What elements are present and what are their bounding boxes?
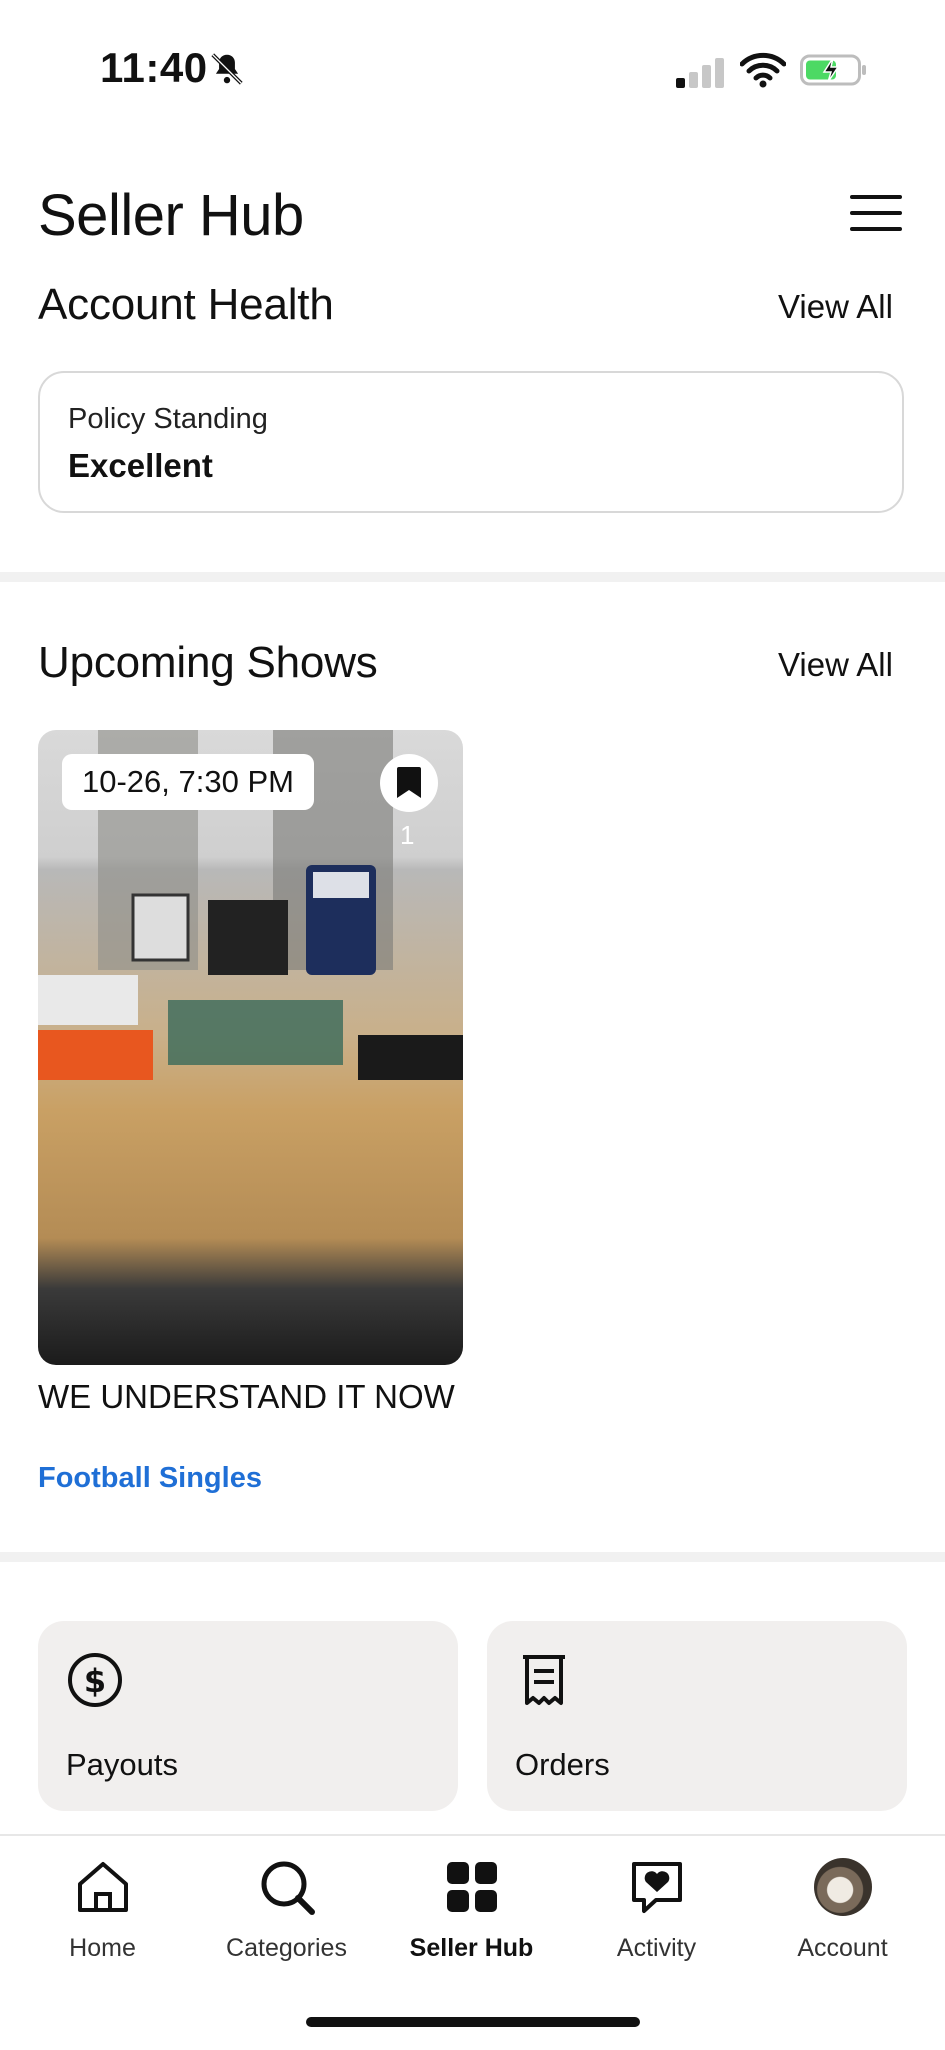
tab-activity[interactable]: Activity (562, 1856, 751, 1963)
tab-home-label: Home (69, 1934, 136, 1962)
tab-activity-label: Activity (616, 1934, 697, 1962)
upcoming-shows-title: Upcoming Shows (38, 638, 378, 687)
svg-text:$: $ (84, 1662, 106, 1700)
tab-account[interactable]: Account (748, 1856, 937, 1963)
account-health-view-all-link[interactable]: View All (778, 288, 893, 326)
tab-seller-hub-label: Seller Hub (409, 1934, 534, 1962)
policy-standing-label: Policy Standing (68, 403, 268, 435)
bell-muted-icon (211, 53, 243, 85)
show-title[interactable]: WE UNDERSTAND IT NOW (38, 1376, 458, 1418)
hamburger-menu-icon[interactable] (850, 195, 902, 235)
bookmark-count: 1 (400, 820, 415, 850)
status-time: 11:40 (100, 44, 208, 91)
search-icon (261, 1861, 315, 1915)
orders-tile[interactable]: Orders (487, 1621, 907, 1811)
receipt-icon (523, 1655, 565, 1705)
policy-standing-card[interactable]: Policy Standing Excellent (38, 371, 904, 513)
bookmark-button[interactable] (380, 754, 438, 812)
tab-categories[interactable]: Categories (192, 1856, 381, 1963)
payouts-tile[interactable]: $ Payouts (38, 1621, 458, 1811)
payouts-label: Payouts (66, 1747, 179, 1782)
policy-standing-value: Excellent (68, 447, 213, 484)
home-icon (77, 1862, 128, 1912)
home-indicator[interactable] (306, 2017, 640, 2027)
dollar-circle-icon: $ (68, 1653, 122, 1707)
grid-icon (446, 1862, 497, 1912)
tab-account-label: Account (797, 1934, 888, 1962)
show-date-time: 10-26, 7:30 PM (62, 754, 314, 810)
show-category-link[interactable]: Football Singles (38, 1462, 262, 1495)
tab-categories-label: Categories (226, 1934, 347, 1962)
page-title: Seller Hub (38, 183, 304, 248)
tab-seller-hub[interactable]: Seller Hub (377, 1856, 566, 1963)
account-health-title: Account Health (38, 280, 334, 329)
battery-charging-icon (800, 54, 866, 86)
bookmark-icon (397, 767, 421, 798)
section-divider (0, 1552, 945, 1562)
wifi-icon (740, 52, 786, 88)
cellular-signal-icon (676, 58, 724, 88)
section-divider (0, 572, 945, 582)
orders-label: Orders (515, 1747, 610, 1782)
tab-home[interactable]: Home (8, 1856, 197, 1963)
upcoming-shows-view-all-link[interactable]: View All (778, 646, 893, 684)
show-thumbnail[interactable]: 10-26, 7:30 PM 1 (38, 730, 463, 1365)
avatar (813, 1858, 872, 1916)
heart-chat-icon (631, 1862, 682, 1913)
